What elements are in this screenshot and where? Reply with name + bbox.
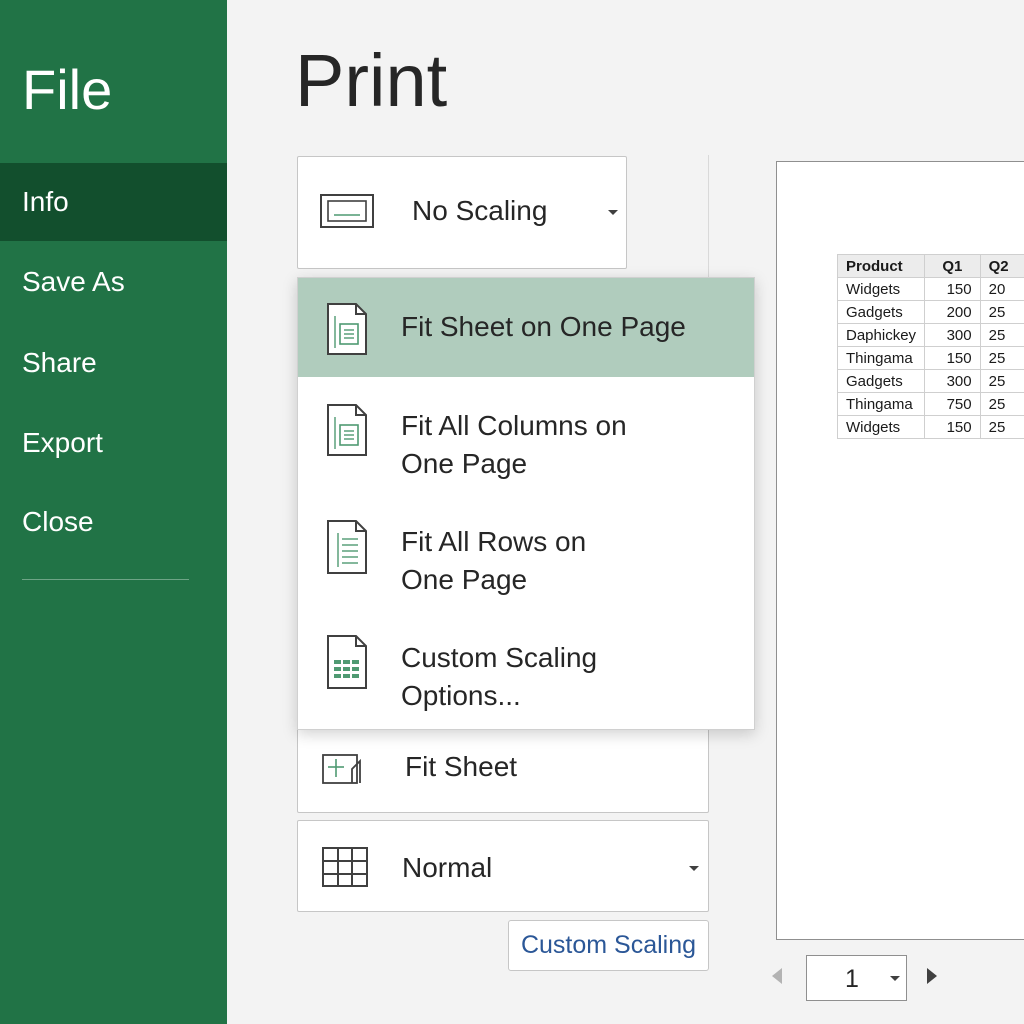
table-cell: 200 xyxy=(924,300,981,324)
chevron-down-icon xyxy=(608,210,618,215)
sidebar-divider xyxy=(22,579,189,580)
table-cell: Widgets xyxy=(836,415,926,439)
menu-item-fit-all-columns[interactable]: Fit All Columns on One Page xyxy=(298,377,754,493)
menu-item-label: Custom Scaling xyxy=(401,642,598,673)
column-header: Q1 xyxy=(924,254,981,278)
previous-page-icon[interactable] xyxy=(772,968,782,984)
table-cell: Thingama xyxy=(836,346,926,370)
preview-table: Product Q1 Q2 Widgets 150 20 Gadgets 200 25 Da… xyxy=(836,254,1024,439)
column-header: Product xyxy=(836,254,926,278)
column-header: Q2 xyxy=(979,254,1024,278)
menu-item-label: Fit All Columns on xyxy=(401,410,627,441)
table-cell: 25 xyxy=(979,369,1024,393)
table-cell: Gadgets xyxy=(836,300,926,324)
fit-sheet-label: Fit Sheet xyxy=(405,751,518,782)
page-title: Print xyxy=(295,39,448,122)
chevron-down-icon xyxy=(890,976,900,981)
print-preview-page: Product Q1 Q2 Widgets 150 20 Gadgets 200 25 Da… xyxy=(776,161,1024,940)
margins-label: Normal xyxy=(402,852,493,883)
table-cell: 150 xyxy=(924,415,981,439)
scaling-dropdown[interactable]: No Scaling xyxy=(297,156,627,269)
table-row: Gadgets 200 25 xyxy=(836,300,1024,324)
table-cell: 25 xyxy=(979,392,1024,416)
table-cell: 25 xyxy=(979,346,1024,370)
table-cell: Widgets xyxy=(836,277,926,301)
table-cell: 150 xyxy=(924,346,981,370)
menu-item-custom-scaling-options[interactable]: Custom Scaling Options... xyxy=(298,608,754,729)
custom-scaling-button[interactable]: Custom Scaling xyxy=(508,920,709,971)
table-cell: 20 xyxy=(979,277,1024,301)
table-row: Widgets 150 25 xyxy=(836,415,1024,439)
table-cell: 150 xyxy=(924,277,981,301)
page-number-select[interactable]: 1 xyxy=(806,955,907,1001)
menu-item-fit-all-rows[interactable]: Fit All Rows on One Page xyxy=(298,493,754,608)
custom-scaling-page-icon xyxy=(326,634,368,695)
table-header-row: Product Q1 Q2 xyxy=(836,254,1024,278)
sidebar-title: File xyxy=(22,58,113,121)
table-cell: 300 xyxy=(924,323,981,347)
table-cell: 750 xyxy=(924,392,981,416)
margins-grid-icon xyxy=(322,847,368,892)
table-cell: 25 xyxy=(979,323,1024,347)
table-row: Daphickey 300 25 xyxy=(836,323,1024,347)
table-cell: Daphickey xyxy=(836,323,926,347)
table-cell: 25 xyxy=(979,415,1024,439)
table-cell: 300 xyxy=(924,369,981,393)
backstage-sidebar: File Info Save As Share Export Close xyxy=(0,0,227,1024)
table-cell: 25 xyxy=(979,300,1024,324)
fit-rows-page-icon xyxy=(326,519,368,580)
current-page-number: 1 xyxy=(845,965,859,993)
menu-item-label-line2: One Page xyxy=(401,564,528,595)
sidebar-item-save-as[interactable]: Save As xyxy=(0,243,227,321)
table-row: Thingama 750 25 xyxy=(836,392,1024,416)
margins-dropdown[interactable]: Normal xyxy=(297,820,709,912)
sidebar-item-export[interactable]: Export xyxy=(0,404,227,482)
chevron-down-icon xyxy=(689,866,699,871)
menu-item-label-line2: Options... xyxy=(401,680,521,711)
fit-columns-page-icon xyxy=(326,403,368,462)
table-cell: Gadgets xyxy=(836,369,926,393)
table-row: Thingama 150 25 xyxy=(836,346,1024,370)
scaling-selected-label: No Scaling xyxy=(412,195,548,226)
no-scaling-icon xyxy=(320,194,374,233)
table-row: Widgets 150 20 xyxy=(836,277,1024,301)
table-cell: Thingama xyxy=(836,392,926,416)
menu-item-label: Fit Sheet on One Page xyxy=(401,311,686,342)
preview-table-body: Widgets 150 20 Gadgets 200 25 Daphickey 300 25 Th… xyxy=(836,277,1024,439)
scaling-menu: Fit Sheet on One Page Fit All Columns on… xyxy=(297,277,755,730)
menu-item-label-line2: One Page xyxy=(401,448,528,479)
menu-item-fit-sheet-on-one-page[interactable]: Fit Sheet on One Page xyxy=(298,278,754,377)
sidebar-item-info[interactable]: Info xyxy=(0,163,227,241)
menu-item-label: Fit All Rows on xyxy=(401,526,587,557)
fit-sheet-page-icon xyxy=(326,302,368,361)
sidebar-item-close[interactable]: Close xyxy=(0,483,227,561)
table-row: Gadgets 300 25 xyxy=(836,369,1024,393)
next-page-icon[interactable] xyxy=(927,968,937,984)
fit-sheet-icon xyxy=(322,753,366,790)
sidebar-item-share[interactable]: Share xyxy=(0,324,227,402)
